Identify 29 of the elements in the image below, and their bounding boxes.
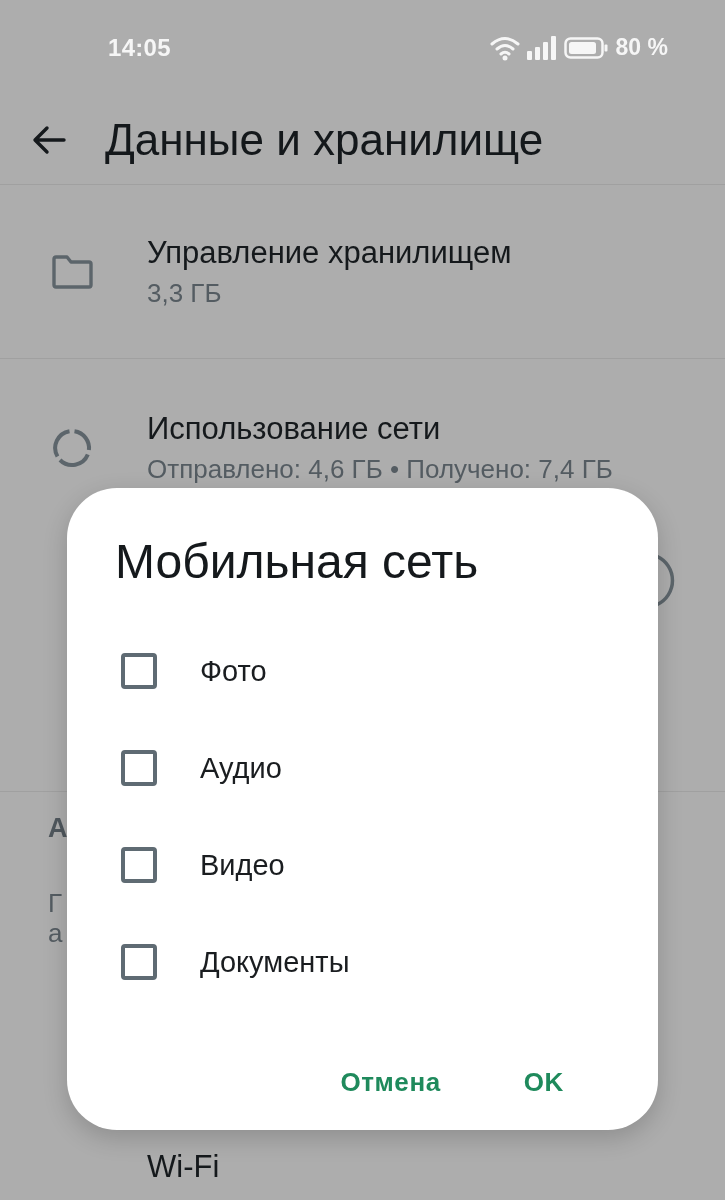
ok-button[interactable]: OK: [513, 1054, 574, 1110]
battery-icon: [563, 36, 608, 59]
checkbox-label[interactable]: Документы: [200, 943, 350, 980]
status-time: 14:05: [108, 33, 171, 62]
signal-bars-icon: [525, 35, 558, 60]
section-description: а: [48, 918, 63, 948]
wifi-icon: [489, 34, 520, 61]
section-description: Г: [48, 888, 63, 918]
back-button[interactable]: [32, 124, 66, 155]
setting-title[interactable]: Wi-Fi: [147, 1148, 220, 1186]
section-header: А: [48, 812, 68, 845]
checkbox-label[interactable]: Фото: [200, 652, 267, 689]
checkbox-label[interactable]: Аудио: [200, 749, 282, 786]
checkbox[interactable]: [121, 943, 157, 980]
checkbox[interactable]: [121, 846, 157, 883]
setting-title[interactable]: Управление хранилищем: [147, 234, 512, 272]
data-usage-icon: [52, 427, 92, 468]
setting-title[interactable]: Использование сети: [147, 410, 613, 448]
screen-title: Данные и хранилище: [105, 113, 544, 166]
folder-icon: [52, 254, 93, 289]
setting-subtitle: 3,3 ГБ: [147, 277, 223, 309]
cancel-button[interactable]: Отмена: [330, 1054, 451, 1110]
setting-subtitle: Отправлено: 4,6 ГБ • Получено: 7,4 ГБ: [147, 453, 613, 485]
checkbox[interactable]: [121, 749, 157, 786]
dialog-title: Мобильная сеть: [115, 534, 479, 590]
battery-percent: 80 %: [615, 34, 668, 61]
ring-icon: [657, 552, 675, 609]
checkbox-label[interactable]: Видео: [200, 846, 285, 883]
checkbox[interactable]: [121, 652, 157, 689]
